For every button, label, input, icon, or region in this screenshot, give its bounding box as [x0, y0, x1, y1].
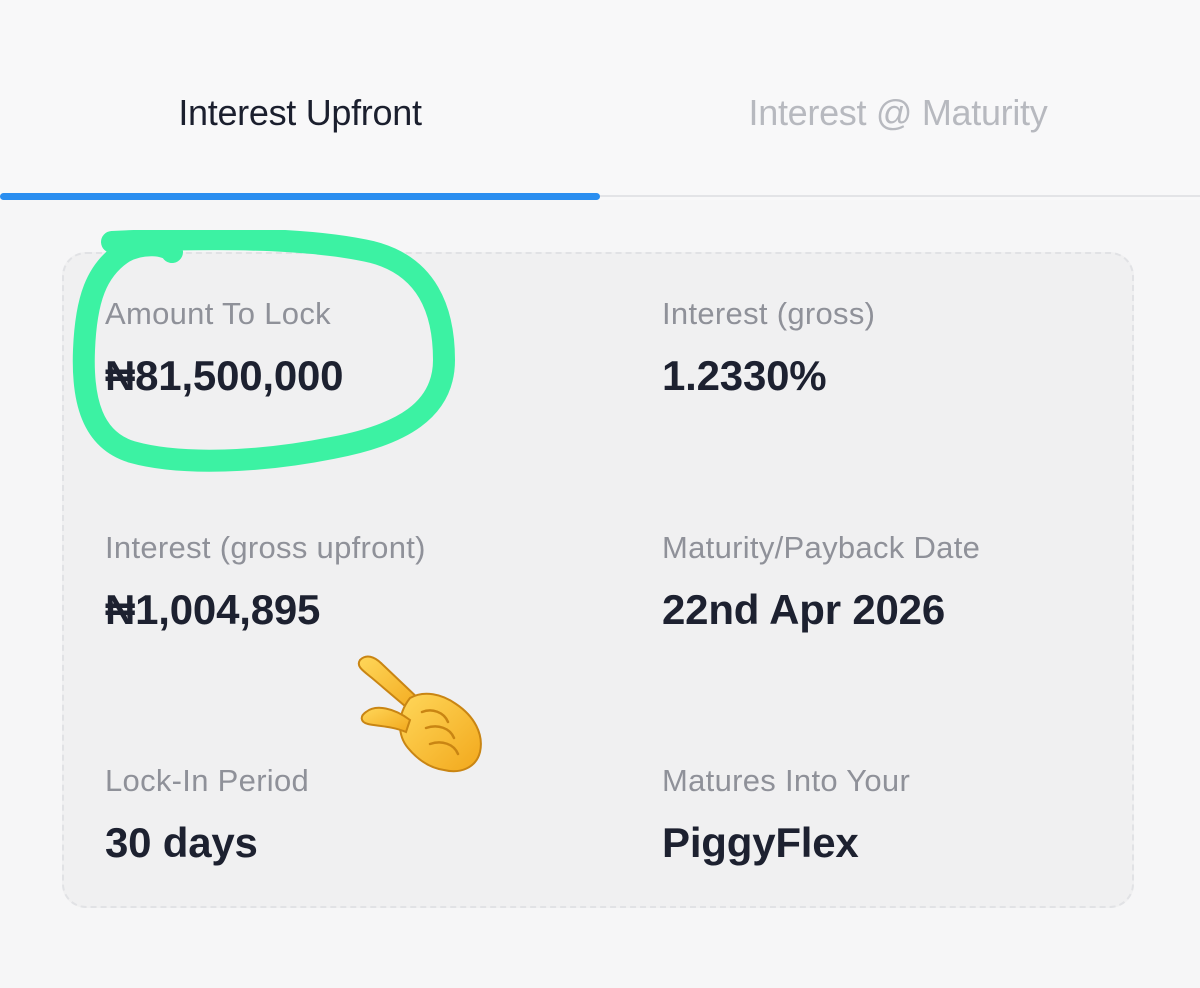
interest-upfront-field: Interest (gross upfront) ₦1,004,895 — [105, 530, 426, 634]
interest-upfront-value: ₦1,004,895 — [105, 586, 321, 633]
lock-in-period-field: Lock-In Period 30 days — [105, 763, 309, 867]
interest-rate-value: 1.2330% — [662, 352, 827, 399]
tab-interest-at-maturity[interactable]: Interest @ Maturity — [598, 92, 1198, 142]
lock-in-period-value: 30 days — [105, 819, 258, 866]
maturity-date-value: 22nd Apr 2026 — [662, 586, 945, 633]
active-tab-indicator — [0, 193, 600, 200]
lock-in-period-label: Lock-In Period — [105, 763, 310, 798]
maturity-date-label: Maturity/Payback Date — [662, 530, 981, 565]
amount-to-lock-value: ₦81,500,000 — [105, 352, 344, 399]
interest-rate-field: Interest (gross) 1.2330% — [662, 296, 875, 400]
matures-into-field: Matures Into Your PiggyFlex — [662, 763, 910, 867]
tab-bar: Interest Upfront Interest @ Maturity — [0, 0, 1200, 200]
tab-interest-upfront[interactable]: Interest Upfront — [0, 92, 600, 142]
matures-into-value: PiggyFlex — [662, 819, 859, 866]
amount-to-lock-field: Amount To Lock ₦81,500,000 — [105, 296, 344, 400]
maturity-date-field: Maturity/Payback Date 22nd Apr 2026 — [662, 530, 980, 634]
interest-upfront-label: Interest (gross upfront) — [105, 530, 426, 565]
backhand-index-pointing-right-emoji — [357, 655, 482, 773]
interest-rate-label: Interest (gross) — [662, 296, 876, 331]
amount-to-lock-label: Amount To Lock — [105, 296, 331, 331]
matures-into-label: Matures Into Your — [662, 763, 911, 798]
